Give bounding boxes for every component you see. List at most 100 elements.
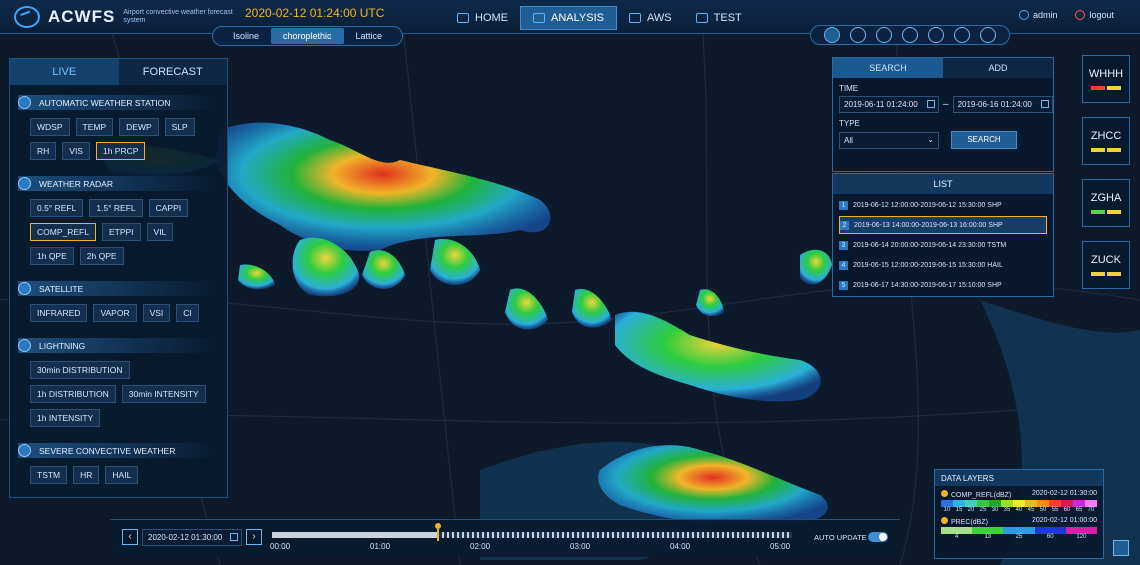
list-item[interactable]: 5 2019-06-17 14:30:00-2019-06-17 15:10:00… [839, 276, 1047, 294]
layer-button-vapor[interactable]: VAPOR [93, 304, 137, 322]
scale-label: 70 [1087, 507, 1095, 513]
status-segment [1107, 148, 1121, 152]
color-swatch [941, 500, 953, 507]
legend-toggle-icon[interactable] [941, 517, 948, 524]
scale-label: 35 [1003, 507, 1011, 513]
section-icon [18, 444, 31, 457]
tab-choroplethic[interactable]: choroplethic [271, 28, 344, 44]
airport-card-zhcc[interactable]: ZHCC [1082, 117, 1130, 165]
zoom-out-icon[interactable] [980, 27, 996, 43]
data-layers-title: DATA LAYERS [935, 470, 1103, 486]
nav-test[interactable]: TEST [684, 6, 754, 30]
tab-forecast[interactable]: FORECAST [118, 59, 227, 85]
list-item[interactable]: 4 2019-06-15 12:00:00-2019-06-15 15:30:00… [839, 256, 1047, 274]
layer-button-temp[interactable]: TEMP [75, 118, 114, 136]
layers-icon[interactable] [850, 27, 866, 43]
nav-aws[interactable]: AWS [617, 6, 684, 30]
legend-toggle-icon[interactable] [941, 490, 948, 497]
event-list: 1 2019-06-12 12:00:00-2019-06-12 15:30:00… [833, 196, 1053, 294]
list-item[interactable]: 2 2019-06-13 14:00:00-2019-06-13 16:00:00… [839, 216, 1047, 234]
next-time-button[interactable]: › [246, 529, 262, 545]
layer-button-wdsp[interactable]: WDSP [30, 118, 70, 136]
legend-scale-labels: 10 15 20 25 30 35 40 45 50 55 60 65 70 [941, 507, 1097, 513]
globe-icon[interactable] [876, 27, 892, 43]
start-time-field[interactable]: 2019-06-11 01:24:00 [839, 96, 939, 113]
airport-card-whhh[interactable]: WHHH [1082, 55, 1130, 103]
tab-search[interactable]: SEARCH [833, 58, 943, 78]
search-button[interactable]: SEARCH [951, 131, 1017, 149]
zoom-in-icon[interactable] [954, 27, 970, 43]
range-dash: – [943, 99, 949, 110]
section-buttons: 30min DISTRIBUTION 1h DISTRIBUTION 30min I… [30, 361, 227, 433]
layers-toggle-button[interactable] [1113, 540, 1129, 556]
layer-button-etppi[interactable]: ETPPI [101, 223, 141, 241]
color-swatch [977, 500, 989, 507]
color-swatch [1061, 500, 1073, 507]
plane-icon [629, 13, 641, 23]
layer-button-1h-prcp[interactable]: 1h PRCP [95, 142, 146, 160]
type-select[interactable]: All ⌄ [839, 131, 939, 149]
timeline-date-field[interactable]: 2020-02-12 01:30:00 [142, 529, 242, 546]
user-icon [1018, 10, 1029, 20]
color-swatch [1037, 500, 1049, 507]
user-account[interactable]: admin [1018, 10, 1058, 20]
draw-icon[interactable] [902, 27, 918, 43]
layer-button-dewp[interactable]: DEWP [119, 118, 159, 136]
section-buttons: 0.5° REFL 1.5° REFL CAPPI COMP_REFL ETPPI VIL… [30, 199, 227, 271]
tab-add[interactable]: ADD [943, 58, 1053, 78]
legend-header: COMP_REFL(dBZ) 2020-02-12 01:30:00 [941, 490, 1097, 499]
timeline-handle[interactable] [435, 523, 442, 541]
layer-button-rh[interactable]: RH [30, 142, 57, 160]
timeline-track[interactable] [272, 532, 792, 538]
layer-button-1h-qpe[interactable]: 1h QPE [30, 247, 74, 265]
layer-button-vis[interactable]: VIS [62, 142, 90, 160]
layer-button-hail[interactable]: HAIL [105, 466, 139, 484]
tab-isoline[interactable]: Isoline [221, 28, 271, 44]
fullscreen-icon[interactable] [928, 27, 944, 43]
prev-time-button[interactable]: ‹ [122, 529, 138, 545]
layer-button-1h-distribution[interactable]: 1h DISTRIBUTION [30, 385, 116, 403]
list-item[interactable]: 1 2019-06-12 12:00:00-2019-06-12 15:30:00… [839, 196, 1047, 214]
layer-button-ci[interactable]: CI [176, 304, 199, 322]
color-swatch [1049, 500, 1061, 507]
layer-button-vsi[interactable]: VSI [142, 304, 171, 322]
tab-live[interactable]: LIVE [10, 59, 119, 85]
layer-button-0-5-refl[interactable]: 0.5° REFL [30, 199, 84, 217]
search-tabs: SEARCH ADD [833, 58, 1053, 78]
nav-label: HOME [475, 12, 508, 24]
color-swatch [1065, 527, 1098, 534]
timeline-tick-label: 00:00 [270, 542, 291, 551]
map-mode-icon[interactable] [824, 27, 840, 43]
logout-button[interactable]: logout [1075, 10, 1114, 20]
layer-button-1h-intensity[interactable]: 1h INTENSITY [30, 409, 101, 427]
layer-button-hr[interactable]: HR [73, 466, 100, 484]
nav-label: AWS [647, 12, 672, 24]
section-buttons: WDSP TEMP DEWP SLP RH VIS 1h PRCP [30, 118, 227, 166]
layer-button-tstm[interactable]: TSTM [30, 466, 68, 484]
layer-sections: AUTOMATIC WEATHER STATION WDSP TEMP DEWP SLP… [10, 95, 227, 490]
layer-button-comp-refl[interactable]: COMP_REFL [30, 223, 96, 241]
power-icon [1075, 10, 1086, 20]
airport-card-zgha[interactable]: ZGHA [1082, 179, 1130, 227]
nav-analysis[interactable]: ANALYSIS [520, 6, 617, 30]
tab-lattice[interactable]: Lattice [344, 28, 395, 44]
layer-button-vil[interactable]: VIL [146, 223, 174, 241]
main-nav: HOME ANALYSIS AWS TEST [445, 6, 754, 30]
username: admin [1032, 10, 1058, 20]
layer-button-1-5-refl[interactable]: 1.5° REFL [89, 199, 143, 217]
legend-colorbar [941, 527, 1098, 534]
layer-button-30min-distribution[interactable]: 30min DISTRIBUTION [30, 361, 130, 379]
layer-button-infrared[interactable]: INFRARED [30, 304, 88, 322]
end-time-field[interactable]: 2019-06-16 01:24:00 [952, 96, 1053, 113]
list-item[interactable]: 3 2019-06-14 20:00:00-2019-06-14 23:30:00… [839, 236, 1047, 254]
layer-button-2h-qpe[interactable]: 2h QPE [79, 247, 124, 265]
list-item-text: 2019-06-15 12:00:00-2019-06-15 15:30:00 … [853, 261, 1003, 269]
color-swatch [941, 527, 973, 534]
auto-update-toggle[interactable] [868, 532, 888, 542]
nav-home[interactable]: HOME [445, 6, 520, 30]
airport-card-zuck[interactable]: ZUCK [1082, 241, 1130, 289]
legend-time: 2020-02-12 01:30:00 [1032, 490, 1097, 497]
layer-button-30min-intensity[interactable]: 30min INTENSITY [121, 385, 206, 403]
layer-button-slp[interactable]: SLP [164, 118, 195, 136]
layer-button-cappi[interactable]: CAPPI [148, 199, 189, 217]
